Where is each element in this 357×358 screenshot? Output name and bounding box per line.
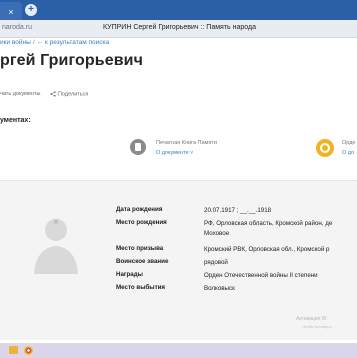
birth-place-line1: РФ, Орловская область, Кромской район, д… [204,220,333,227]
detail-row-draft-place: Место призыва Кромский РВК, Орловская об… [116,245,357,258]
detail-row-awards: Награды Орден Отечественной войны II сте… [116,271,357,284]
detail-value: рядовой [204,259,228,266]
taskbar [0,343,357,358]
detail-value: Волковыск [204,285,235,292]
detail-label: Место призыва [116,245,164,252]
detail-label: Воинское звание [116,258,169,265]
share-label: Поделиться [58,91,89,98]
detail-row-birth-place: Место рождения РФ, Орловская область, Кр… [116,219,357,245]
share-icon [50,91,56,97]
screen: × + naroda.ru КУПРИН Сергей Григорьевич … [0,0,357,358]
chrome-icon[interactable] [24,346,33,355]
about-document-link[interactable]: О документе ˅ [156,150,193,156]
page-title: ргей Григорьевич [0,52,143,69]
print-documents-button[interactable]: чать документы [0,91,41,97]
url-text[interactable]: naroda.ru [2,24,32,31]
activation-watermark: Активация W [296,316,327,322]
detail-label: Место выбытия [116,284,166,291]
document-card-order[interactable]: Орде О до [316,137,357,163]
actions-bar: чать документы Поделиться [0,91,96,97]
detail-value: Кромский РВК, Орловская обл., Кромской р [204,246,330,253]
browser-tab-strip [0,0,357,20]
detail-row-rank: Воинское звание рядовой [116,258,357,271]
documents-heading: ументах: [0,117,31,124]
share-button[interactable]: Поделиться [50,91,88,97]
birth-place-line2: Моховое [204,229,230,237]
back-to-search-link[interactable]: ← к результатам поиска [37,39,110,46]
plus-icon[interactable]: + [25,4,37,16]
person-details: Дата рождения 20.07.1917 ; __.__.1918 Ме… [116,206,357,297]
breadcrumb: ики войны / ← к результатам поиска [0,39,109,46]
detail-value: 20.07.1917 ; __.__.1918 [204,207,272,214]
detail-value: РФ, Орловская область, Кромской район, д… [204,219,357,238]
detail-row-birth-date: Дата рождения 20.07.1917 ; __.__.1918 [116,206,357,219]
detail-label: Место рождения [116,219,167,226]
document-title: Орде [342,140,356,146]
detail-row-departure-place: Место выбытия Волковыск [116,284,357,297]
document-title: Печатная Книга Памяти [156,140,217,146]
browser-tab[interactable]: × [0,2,22,20]
order-medal-icon [316,139,334,157]
close-icon[interactable]: × [6,7,16,17]
detail-label: Дата рождения [116,206,163,213]
breadcrumb-link-war-heroes[interactable]: ики войны [0,39,31,46]
document-icon [130,139,146,155]
window-title: КУПРИН Сергей Григорьевич :: Память наро… [103,24,256,31]
person-silhouette-icon [34,219,78,274]
detail-label: Награды [116,271,143,278]
folder-icon[interactable] [9,346,18,354]
detail-value: Орден Отечественной войны II степени [204,272,318,279]
activation-watermark-sub: Чтобы активиро [302,324,332,329]
document-card-memory-book[interactable]: Печатная Книга Памяти О документе ˅ [130,137,260,163]
about-document-link[interactable]: О до [342,150,354,156]
